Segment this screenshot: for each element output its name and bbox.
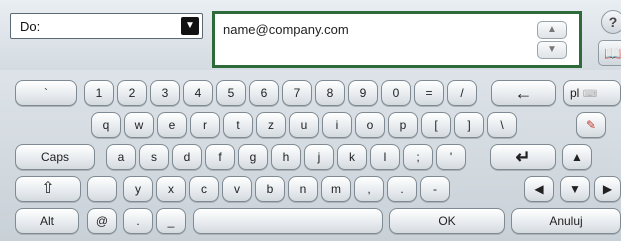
key-h[interactable]: h: [271, 144, 301, 170]
arrow-left-icon[interactable]: ◀: [524, 176, 554, 202]
key-x[interactable]: x: [156, 176, 186, 202]
keyboard-layout-icon: ⌨: [582, 89, 598, 100]
key-dot[interactable]: .: [123, 208, 153, 234]
key-e[interactable]: e: [157, 112, 187, 138]
help-icon[interactable]: ?: [601, 10, 621, 34]
key-9[interactable]: 9: [348, 80, 378, 106]
key-1[interactable]: 1: [84, 80, 114, 106]
key-2[interactable]: 2: [117, 80, 147, 106]
key-g[interactable]: g: [238, 144, 268, 170]
key-f[interactable]: f: [205, 144, 235, 170]
key-w[interactable]: w: [124, 112, 154, 138]
alt-key[interactable]: Alt: [15, 208, 79, 234]
address-book-icon[interactable]: 📖: [598, 40, 621, 66]
key-4[interactable]: 4: [183, 80, 213, 106]
key-3[interactable]: 3: [150, 80, 180, 106]
cancel-button[interactable]: Anuluj: [511, 208, 621, 234]
key-apostrophe[interactable]: ': [436, 144, 466, 170]
space-bar[interactable]: [193, 208, 383, 234]
key-7[interactable]: 7: [282, 80, 312, 106]
email-value: name@company.com: [223, 22, 349, 37]
key-j[interactable]: j: [304, 144, 334, 170]
key-right-bracket[interactable]: ]: [454, 112, 484, 138]
key-r[interactable]: r: [190, 112, 220, 138]
language-label: pl: [570, 86, 580, 100]
key-b[interactable]: b: [255, 176, 285, 202]
key-u[interactable]: u: [289, 112, 319, 138]
key-slash[interactable]: /: [447, 80, 477, 106]
key-q[interactable]: q: [91, 112, 121, 138]
arrow-right-icon[interactable]: ▶: [594, 176, 621, 202]
caps-lock-key[interactable]: Caps: [15, 144, 95, 170]
key-left-bracket[interactable]: [: [421, 112, 451, 138]
enter-key-icon[interactable]: ↵: [490, 144, 556, 170]
backspace-key[interactable]: ←: [491, 80, 556, 106]
key-z[interactable]: z: [256, 112, 286, 138]
shift-icon[interactable]: ⇧: [15, 176, 81, 202]
key-at[interactable]: @: [87, 208, 117, 234]
field-label: Do:: [20, 19, 41, 34]
key-o[interactable]: o: [355, 112, 385, 138]
key-t[interactable]: t: [223, 112, 253, 138]
key-hyphen[interactable]: -: [420, 176, 450, 202]
key-6[interactable]: 6: [249, 80, 279, 106]
key-y[interactable]: y: [123, 176, 153, 202]
key-a[interactable]: a: [106, 144, 136, 170]
key-c[interactable]: c: [189, 176, 219, 202]
key-l[interactable]: l: [370, 144, 400, 170]
eraser-icon[interactable]: ✎: [576, 112, 606, 138]
arrow-up-icon[interactable]: ▲: [562, 144, 592, 170]
key-semicolon[interactable]: ;: [403, 144, 433, 170]
email-input[interactable]: name@company.com ▲ ▼: [212, 11, 582, 68]
key-d[interactable]: d: [172, 144, 202, 170]
key-k[interactable]: k: [337, 144, 367, 170]
language-key[interactable]: pl ⌨: [563, 80, 621, 106]
top-bar: Do: ▼ name@company.com ▲ ▼ ? 📖: [0, 0, 621, 70]
key-p[interactable]: p: [388, 112, 418, 138]
dropdown-arrow-icon[interactable]: ▼: [181, 17, 199, 35]
recipient-field-select[interactable]: Do: ▼: [10, 13, 203, 39]
key-m[interactable]: m: [321, 176, 351, 202]
key-blank[interactable]: [87, 176, 117, 202]
virtual-keyboard: ` 1 2 3 4 5 6 7 8 9 0 = / ← pl ⌨ q w e r…: [0, 70, 621, 241]
key-n[interactable]: n: [288, 176, 318, 202]
key-period[interactable]: .: [387, 176, 417, 202]
key-backtick[interactable]: `: [15, 80, 77, 106]
key-0[interactable]: 0: [381, 80, 411, 106]
arrow-down-icon[interactable]: ▼: [560, 176, 590, 202]
key-5[interactable]: 5: [216, 80, 246, 106]
key-comma[interactable]: ,: [354, 176, 384, 202]
ok-button[interactable]: OK: [389, 208, 505, 234]
key-backslash[interactable]: \: [487, 112, 517, 138]
key-v[interactable]: v: [222, 176, 252, 202]
key-equals[interactable]: =: [414, 80, 444, 106]
key-s[interactable]: s: [139, 144, 169, 170]
key-underscore[interactable]: _: [156, 208, 186, 234]
key-i[interactable]: i: [322, 112, 352, 138]
chevron-up-icon[interactable]: ▲: [537, 21, 567, 39]
chevron-down-icon[interactable]: ▼: [537, 41, 567, 59]
key-8[interactable]: 8: [315, 80, 345, 106]
